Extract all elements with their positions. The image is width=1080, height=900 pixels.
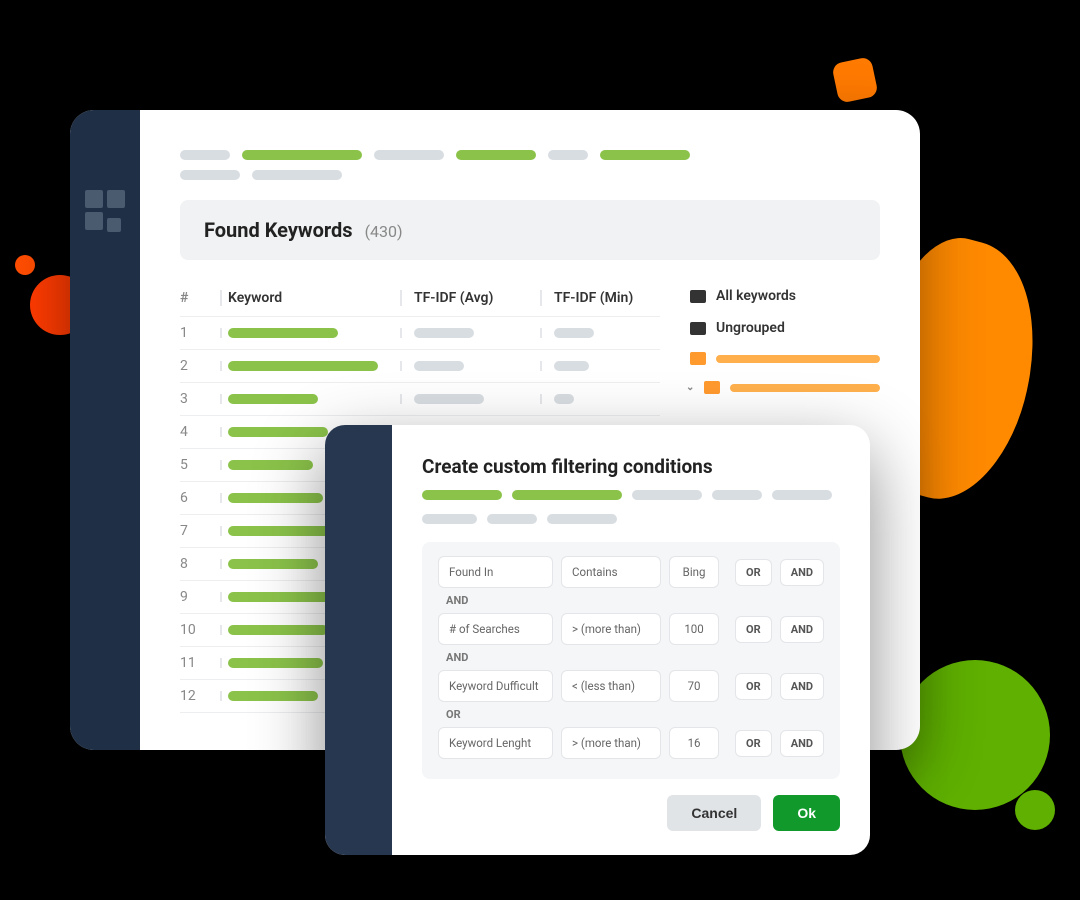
condition-row: # of Searches> (more than)100 OR AND [438, 613, 824, 645]
folder-label: Ungrouped [716, 320, 785, 336]
and-chip[interactable]: AND [780, 559, 824, 586]
condition-value-input[interactable]: 100 [669, 613, 719, 645]
row-keyword [220, 361, 400, 371]
col-min-header: TF-IDF (Min) [540, 290, 660, 306]
row-number: 4 [180, 424, 220, 440]
condition-field-select[interactable]: Keyword Lenght [438, 727, 553, 759]
or-chip[interactable]: OR [735, 616, 772, 643]
row-min [540, 328, 660, 338]
modal-breadcrumbs [422, 490, 840, 524]
row-avg [400, 328, 540, 338]
row-number: 5 [180, 457, 220, 473]
folder-custom-1[interactable] [690, 344, 880, 373]
section-header: Found Keywords (430) [180, 200, 880, 260]
logo-icon [85, 190, 125, 230]
condition-operator-select[interactable]: > (more than) [561, 613, 661, 645]
row-number: 7 [180, 523, 220, 539]
row-number: 2 [180, 358, 220, 374]
condition-row: Keyword Lenght> (more than)16 OR AND [438, 727, 824, 759]
row-number: 1 [180, 325, 220, 341]
row-avg [400, 361, 540, 371]
row-number: 11 [180, 655, 220, 671]
row-number: 6 [180, 490, 220, 506]
table-row[interactable]: 2 [180, 350, 660, 383]
decorative-dot [15, 255, 35, 275]
folder-icon [690, 322, 706, 335]
row-number: 3 [180, 391, 220, 407]
section-title: Found Keywords [204, 218, 353, 242]
condition-operator-select[interactable]: < (less than) [561, 670, 661, 702]
section-count: (430) [365, 222, 403, 241]
row-avg [400, 394, 540, 404]
table-row[interactable]: 3 [180, 383, 660, 416]
modal-content: Create custom filtering conditions Found… [392, 425, 870, 855]
folder-icon [690, 290, 706, 303]
folder-icon [704, 381, 720, 394]
cancel-button[interactable]: Cancel [667, 795, 761, 831]
modal-actions: Cancel Ok [422, 795, 840, 831]
folder-custom-2[interactable]: ⌄ [690, 373, 880, 402]
row-min [540, 394, 660, 404]
condition-value-input[interactable]: Bing [669, 556, 719, 588]
decorative-circle-small [1015, 790, 1055, 830]
condition-field-select[interactable]: Found In [438, 556, 553, 588]
table-row[interactable]: 1 [180, 317, 660, 350]
row-number: 10 [180, 622, 220, 638]
filter-modal: Create custom filtering conditions Found… [325, 425, 870, 855]
condition-value-input[interactable]: 70 [669, 670, 719, 702]
folder-placeholder [716, 355, 880, 363]
row-keyword [220, 394, 400, 404]
table-header-row: # Keyword TF-IDF (Avg) TF-IDF (Min) [180, 280, 660, 317]
or-chip[interactable]: OR [735, 730, 772, 757]
decorative-square [831, 56, 878, 103]
condition-join-label: AND [446, 651, 824, 664]
condition-row: Keyword Dufficult< (less than)70 OR AND [438, 670, 824, 702]
and-chip[interactable]: AND [780, 616, 824, 643]
ok-button[interactable]: Ok [773, 795, 840, 831]
condition-join-label: OR [446, 708, 824, 721]
col-keyword-header: Keyword [220, 290, 400, 306]
row-number: 9 [180, 589, 220, 605]
condition-field-select[interactable]: # of Searches [438, 613, 553, 645]
breadcrumb-row-2 [180, 170, 880, 180]
folder-icon [690, 352, 706, 365]
decorative-circle-large [900, 660, 1050, 810]
breadcrumb-row-1 [180, 150, 880, 160]
and-chip[interactable]: AND [780, 730, 824, 757]
col-num-header: # [180, 290, 220, 306]
condition-operator-select[interactable]: Contains [561, 556, 661, 588]
condition-operator-select[interactable]: > (more than) [561, 727, 661, 759]
and-chip[interactable]: AND [780, 673, 824, 700]
or-chip[interactable]: OR [735, 559, 772, 586]
row-number: 8 [180, 556, 220, 572]
chevron-down-icon: ⌄ [686, 382, 694, 393]
folder-all-keywords[interactable]: All keywords [690, 280, 880, 312]
condition-field-select[interactable]: Keyword Dufficult [438, 670, 553, 702]
modal-title: Create custom filtering conditions [422, 455, 840, 478]
folder-placeholder [730, 384, 880, 392]
modal-sidebar [325, 425, 392, 855]
condition-row: Found InContainsBing OR AND [438, 556, 824, 588]
conditions-container: Found InContainsBingORANDAND# of Searche… [422, 542, 840, 779]
col-avg-header: TF-IDF (Avg) [400, 290, 540, 306]
row-keyword [220, 328, 400, 338]
or-chip[interactable]: OR [735, 673, 772, 700]
condition-join-label: AND [446, 594, 824, 607]
app-sidebar [70, 110, 140, 750]
condition-value-input[interactable]: 16 [669, 727, 719, 759]
row-min [540, 361, 660, 371]
folder-ungrouped[interactable]: Ungrouped [690, 312, 880, 344]
row-number: 12 [180, 688, 220, 704]
folder-label: All keywords [716, 288, 796, 304]
